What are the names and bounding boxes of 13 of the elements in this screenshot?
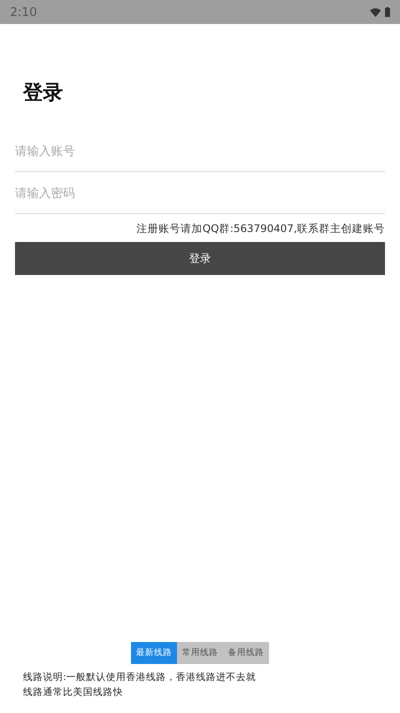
- route-description: 线路说明:一般默认使用香港线路，香港线路进不去就: [23, 671, 258, 684]
- route-tab[interactable]: 备用线路: [223, 642, 269, 664]
- page-title: 登录: [23, 79, 64, 106]
- login-button[interactable]: 登录: [15, 242, 385, 275]
- status-time: 2:10: [10, 5, 37, 19]
- route-description: 线路通常比美国线路快: [23, 686, 124, 699]
- register-note: 注册账号请加QQ群:563790407,联系群主创建账号: [136, 222, 385, 236]
- battery-icon: [385, 7, 390, 17]
- wifi-icon: [370, 8, 381, 16]
- input-field[interactable]: 请输入密码: [15, 172, 385, 214]
- input-field[interactable]: 请输入账号: [15, 130, 385, 172]
- route-tab[interactable]: 常用线路: [177, 642, 223, 664]
- route-tab[interactable]: 最新线路: [131, 642, 177, 664]
